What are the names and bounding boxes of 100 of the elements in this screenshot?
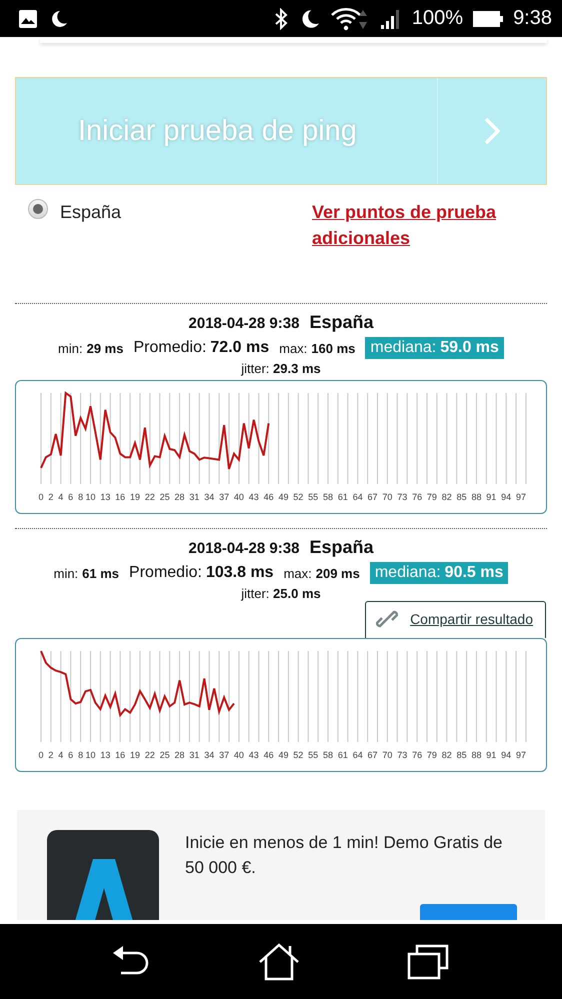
median-badge: mediana: 59.0 ms [365,337,504,359]
axis-label: 40 [234,492,244,502]
axis-label: 2 [48,750,54,760]
axis-label: 46 [264,492,274,502]
recent-apps-icon[interactable] [406,944,449,980]
median-badge: mediana: 90.5 ms [370,562,508,584]
axis-label: 22 [144,750,155,760]
axis-label: 58 [323,750,334,760]
axis-label: 8 [78,492,84,502]
image-icon [18,8,38,28]
axis-label: 85 [456,750,467,760]
link-icon [376,608,398,630]
axis-label: 16 [115,750,126,760]
chevron-right-icon [483,116,501,146]
axis-label: 70 [382,750,392,760]
axis-label: 31 [189,492,200,502]
axis-label: 52 [293,492,304,502]
axis-label: 91 [486,750,496,760]
axis-label: 49 [278,750,288,760]
axis-label: 70 [382,492,392,502]
result-date: 2018-04-28 9:38 [188,540,300,557]
battery-percent: 100% [412,7,464,30]
stat-value: min: 61 ms [54,566,120,580]
axis-label: 13 [100,492,110,502]
result-location: España [309,537,374,558]
axis-label: 34 [204,750,214,760]
axis-label: 55 [308,750,318,760]
axis-label: 34 [204,492,214,502]
jitter-value: jitter: 25.0 ms [240,586,322,601]
axis-label: 67 [368,492,378,502]
axis-label: 67 [368,750,378,760]
app-logo-icon [47,830,159,920]
axis-label: 19 [130,750,140,760]
bluetooth-icon [274,8,288,30]
axis-label: 94 [501,492,512,502]
axis-label: 79 [426,750,437,760]
axis-label: 6 [68,492,74,502]
axis-label: 4 [58,492,64,502]
axis-label: 73 [397,750,408,760]
axis-label: 64 [352,750,363,760]
axis-label: 28 [174,492,185,502]
axis-label: 58 [323,492,334,502]
axis-label: 52 [293,750,304,760]
axis-label: 94 [501,750,512,760]
axis-label: 10 [85,492,96,502]
axis-label: 61 [338,750,348,760]
axis-label: 88 [471,492,482,502]
server-label: España [60,201,122,223]
axis-label: 76 [412,492,422,502]
axis-label: 46 [264,750,274,760]
axis-label: 97 [516,750,526,760]
clock: 9:38 [513,7,552,30]
axis-label: 79 [426,492,437,502]
axis-label: 25 [160,492,170,502]
axis-label: 82 [442,750,452,760]
stat-value: max: 209 ms [284,566,360,580]
axis-label: 55 [308,492,318,502]
axis-label: 43 [248,750,259,760]
wifi-icon [330,6,370,30]
battery-icon [473,10,504,28]
axis-label: 16 [115,492,126,502]
axis-label: 0 [38,750,44,760]
axis-label: 19 [130,492,140,502]
axis-label: 10 [85,750,96,760]
axis-label: 28 [174,750,185,760]
axis-label: 97 [516,492,526,502]
jitter-value: jitter: 29.3 ms [240,361,322,376]
axis-label: 37 [219,750,230,760]
axis-label: 88 [471,750,482,760]
server-radio[interactable] [28,199,48,219]
axis-label: 0 [38,492,44,502]
axis-label: 22 [144,492,155,502]
axis-label: 40 [234,750,244,760]
axis-label: 25 [160,750,170,760]
stat-value: Promedio: 103.8 ms [129,564,274,582]
more-servers-link[interactable]: Ver puntos de prueba adicionales [312,199,542,285]
axis-label: 82 [442,492,452,502]
axis-label: 43 [248,492,259,502]
axis-label: 91 [486,492,496,502]
axis-label: 2 [48,492,54,502]
axis-label: 4 [58,750,64,760]
stat-value: max: 160 ms [279,340,356,356]
result-location: España [309,312,374,333]
axis-label: 37 [219,492,230,502]
home-icon[interactable] [258,942,300,980]
axis-label: 31 [189,750,200,760]
axis-label: 13 [100,750,110,760]
stat-value: min: 29 ms [58,340,124,356]
axis-label: 73 [397,492,408,502]
result-date: 2018-04-28 9:38 [188,315,300,332]
axis-label: 76 [412,750,422,760]
stat-value: Promedio: 72.0 ms [133,339,270,357]
axis-label: 85 [456,492,467,502]
axis-label: 8 [78,750,84,760]
ad-text: Inicie en menos de 1 min! Demo Gratis de 50 000 €. [185,832,503,879]
share-result-button[interactable]: Compartir resultado [365,601,546,638]
axis-label: 61 [338,492,348,502]
axis-label: 49 [278,492,288,502]
axis-label: 6 [68,750,74,760]
signal-icon [380,8,402,30]
